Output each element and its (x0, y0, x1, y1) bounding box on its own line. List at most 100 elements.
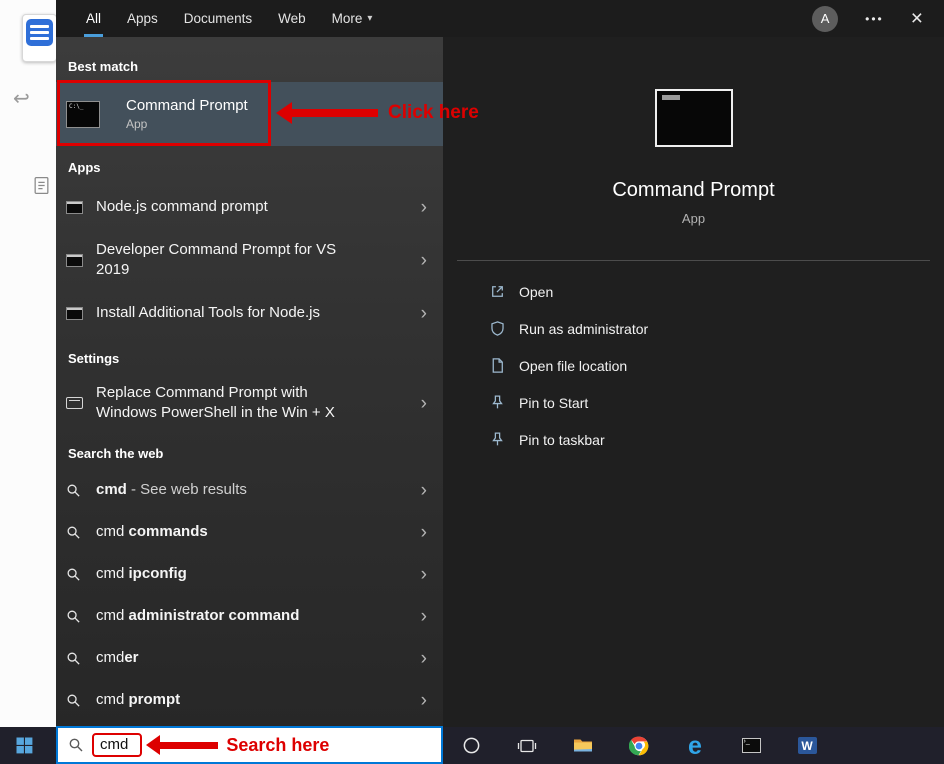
avatar[interactable]: A (812, 5, 839, 32)
command-prompt-icon (741, 738, 761, 753)
action-label: Open (519, 283, 554, 300)
task-view-button[interactable] (499, 727, 555, 764)
search-icon (66, 525, 86, 540)
action-open-file-location[interactable]: Open file location (443, 347, 944, 384)
chevron-right-icon[interactable]: › (413, 394, 427, 413)
result-item[interactable]: Install Additional Tools for Node.js › (56, 289, 443, 337)
chevron-right-icon[interactable]: › (413, 523, 427, 542)
blue-list-icon (26, 19, 53, 46)
open-external-icon (489, 283, 506, 300)
annotation-text-search-here: Search here (226, 734, 330, 755)
action-label: Pin to taskbar (519, 431, 605, 448)
background-window: ↩ (0, 0, 57, 727)
chevron-right-icon[interactable]: › (413, 649, 427, 668)
cortana-button[interactable] (443, 727, 499, 764)
action-run-as-administrator[interactable]: Run as administrator (443, 310, 944, 347)
pin-icon (489, 394, 506, 411)
windows-logo-icon (16, 737, 33, 754)
search-topbar: All Apps Documents Web More ▾ A ••• × (56, 0, 944, 37)
search-icon (66, 693, 86, 708)
command-prompt-icon-large (654, 89, 733, 147)
action-label: Run as administrator (519, 320, 649, 337)
task-view-icon (517, 737, 537, 755)
result-item[interactable]: Replace Command Prompt with Windows Powe… (56, 374, 443, 432)
back-arrow-icon: ↩ (13, 88, 30, 110)
word-icon: W (797, 737, 817, 754)
result-item[interactable]: Developer Command Prompt for VS 2019 › (56, 231, 443, 289)
action-pin-to-taskbar[interactable]: Pin to taskbar (443, 421, 944, 458)
result-item[interactable]: Node.js command prompt › (56, 183, 443, 231)
tab-web[interactable]: Web (265, 0, 319, 37)
preview-title: Command Prompt (612, 179, 775, 201)
screen: ↩ All Apps Documents Web More ▾ A ••• × Best … (0, 0, 944, 764)
chevron-right-icon[interactable]: › (413, 198, 427, 217)
search-icon (66, 567, 86, 582)
pin-icon (489, 431, 506, 448)
result-item[interactable]: cmd - See web results › (56, 469, 443, 511)
file-explorer-button[interactable] (555, 727, 611, 764)
browser-app-card (22, 14, 57, 62)
preview-panel: Command Prompt App Open Run as administra… (443, 37, 944, 727)
preview-subtitle: App (681, 211, 706, 226)
cortana-icon (462, 736, 481, 755)
result-text: Replace Command Prompt with Windows Powe… (96, 384, 335, 421)
terminal-window-icon (66, 306, 86, 320)
tab-label: More (331, 11, 363, 26)
tab-label: All (86, 11, 102, 26)
result-text: Node.js command prompt (96, 198, 268, 215)
chevron-right-icon[interactable]: › (413, 607, 427, 626)
chevron-right-icon[interactable]: › (413, 481, 427, 500)
shield-icon (489, 320, 506, 337)
edge-icon: e (688, 731, 702, 760)
more-options-icon[interactable]: ••• (865, 12, 884, 26)
close-icon[interactable]: × (911, 8, 923, 29)
chevron-down-icon: ▾ (367, 13, 373, 24)
tab-label: Web (278, 11, 306, 26)
results-list: Best match C:\_ Command Prompt App Apps N… (56, 37, 443, 727)
action-label: Open file location (519, 357, 628, 374)
result-text: cmd - See web results (96, 481, 247, 498)
result-item[interactable]: cmd prompt › (56, 679, 443, 721)
result-item[interactable]: cmder › (56, 637, 443, 679)
tab-label: Documents (183, 11, 253, 26)
tab-all[interactable]: All (73, 0, 114, 37)
start-button[interactable] (0, 727, 48, 764)
edge-button[interactable]: e (667, 727, 723, 764)
result-item[interactable]: cmd ipconfig › (56, 553, 443, 595)
best-match-subtitle: App (126, 117, 148, 131)
search-input-value[interactable]: cmd (92, 733, 143, 757)
section-header-search-the-web: Search the web (68, 446, 164, 461)
result-text: cmd commands (96, 523, 208, 540)
result-item[interactable]: cmd administrator command › (56, 595, 443, 637)
result-item[interactable]: cmd commands › (56, 511, 443, 553)
tab-apps[interactable]: Apps (114, 0, 171, 37)
search-icon (66, 609, 86, 624)
result-text: cmder (96, 649, 139, 666)
taskbar-search-box[interactable]: cmd Search here (56, 726, 443, 764)
annotation-search-here: Search here (146, 735, 329, 756)
action-pin-to-start[interactable]: Pin to Start (443, 384, 944, 421)
result-sections: Apps Node.js command prompt › Developer Com… (56, 160, 443, 721)
chevron-right-icon[interactable]: › (413, 565, 427, 584)
chevron-right-icon[interactable]: › (413, 304, 427, 323)
window-outline-icon (66, 397, 86, 409)
result-text: Install Additional Tools for Node.js (96, 304, 321, 321)
command-prompt-button[interactable] (723, 727, 779, 764)
word-button[interactable]: W (779, 727, 835, 764)
chevron-right-icon[interactable]: › (413, 251, 427, 270)
terminal-window-icon (66, 200, 86, 214)
search-tabs: All Apps Documents Web More ▾ (73, 0, 385, 37)
divider (457, 260, 930, 261)
search-flyout: All Apps Documents Web More ▾ A ••• × Best ma… (56, 0, 944, 727)
best-match-result[interactable]: C:\_ Command Prompt App (56, 82, 443, 146)
action-list: Open Run as administrator Open file locati… (443, 273, 944, 458)
search-icon (66, 651, 86, 666)
action-open[interactable]: Open (443, 273, 944, 310)
flyout-body: Best match C:\_ Command Prompt App Apps N… (56, 37, 944, 727)
chrome-button[interactable] (611, 727, 667, 764)
tab-documents[interactable]: Documents (171, 0, 265, 37)
chevron-right-icon[interactable]: › (413, 691, 427, 710)
tab-more[interactable]: More ▾ (319, 0, 386, 37)
section-header-apps: Apps (68, 160, 101, 175)
section-header-settings: Settings (68, 351, 120, 366)
